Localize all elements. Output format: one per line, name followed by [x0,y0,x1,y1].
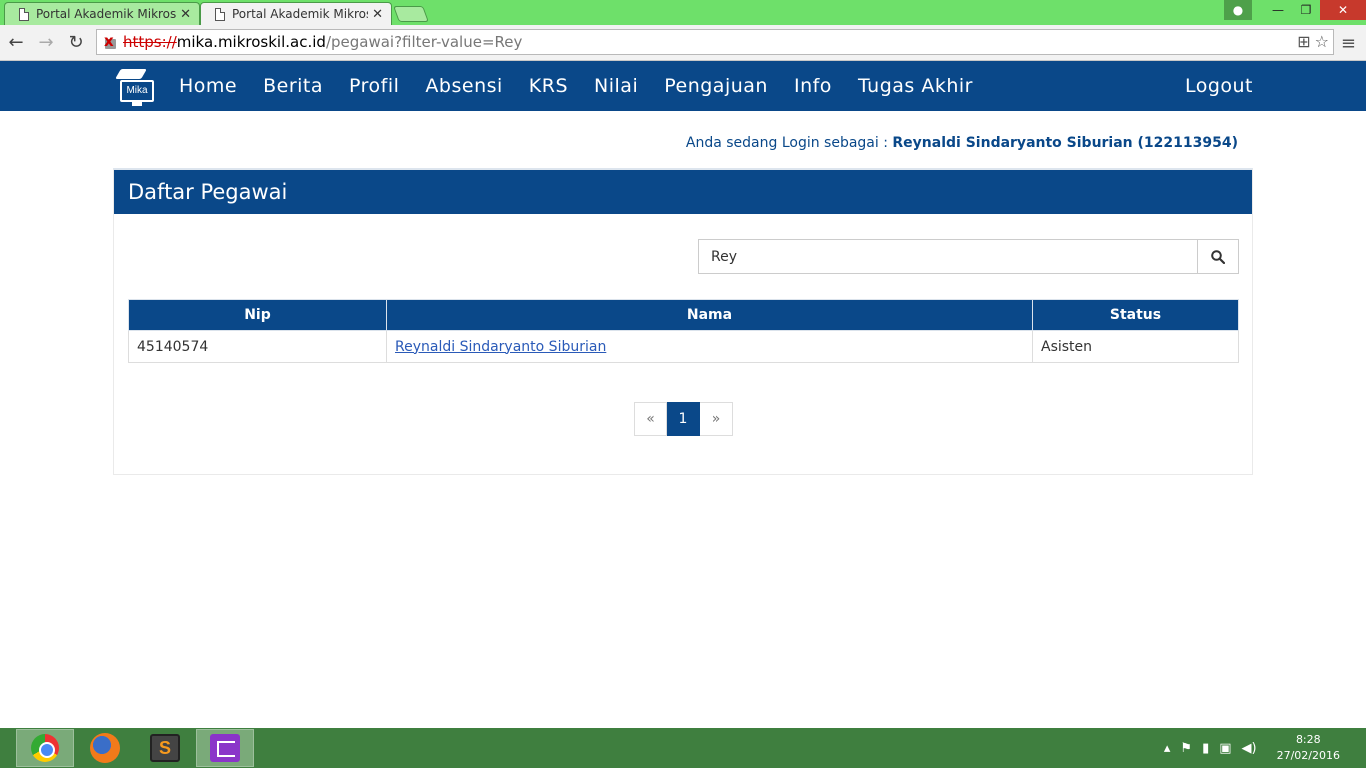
show-hidden-icons-icon[interactable]: ▴ [1164,741,1171,756]
tab-title: Portal Akademik Mikroskil [232,7,368,21]
taskbar-sublime[interactable]: S [136,729,194,767]
browser-tab[interactable]: Portal Akademik Mikroskil ✕ [4,2,200,25]
url-scheme: https:// [123,33,177,51]
close-icon[interactable]: ✕ [372,7,383,22]
window-controls: ● — ❐ ✕ [1224,0,1366,20]
visual-studio-icon [210,734,240,762]
column-header-nip[interactable]: Nip [128,299,387,331]
nav-tugas-akhir[interactable]: Tugas Akhir [845,75,986,97]
employee-panel: Daftar Pegawai Nip Nama Status 45140574 … [113,168,1253,475]
cell-nama: Reynaldi Sindaryanto Siburian [386,330,1033,363]
search-group [698,239,1239,274]
browser-tab-active[interactable]: Portal Akademik Mikroskil ✕ [200,2,392,25]
system-tray: ▴ ⚑ ▮ ▣ ◀) 8:28 27/02/2016 [1164,728,1366,768]
clock-time: 8:28 [1295,733,1321,746]
nav-info[interactable]: Info [781,75,845,97]
taskbar-firefox[interactable] [76,729,134,767]
action-center-flag-icon[interactable]: ⚑ [1180,741,1192,756]
nav-pengajuan[interactable]: Pengajuan [651,75,781,97]
nav-absensi[interactable]: Absensi [412,75,515,97]
url-host: mika.mikroskil.ac.id [176,33,326,51]
site-navbar: Mika Home Berita Profil Absensi KRS Nila… [0,61,1366,111]
omnibox-actions: ⊞ ☆ [1297,32,1329,51]
back-button[interactable]: ← [2,29,30,57]
search-icon [1211,249,1225,264]
pagination: « 1 » [634,402,733,436]
os-taskbar: S ▴ ⚑ ▮ ▣ ◀) 8:28 27/02/2016 [0,728,1366,768]
nav-krs[interactable]: KRS [516,75,581,97]
cell-status: Asisten [1032,330,1239,363]
nav-profil[interactable]: Profil [336,75,412,97]
cell-nip: 45140574 [128,330,387,363]
user-icon[interactable]: ● [1224,0,1252,20]
document-icon [19,7,29,21]
pagination-page-current[interactable]: 1 [667,402,700,436]
table-row: 45140574 Reynaldi Sindaryanto Siburian A… [128,330,1239,363]
pagination-next[interactable]: » [700,402,733,436]
mika-logo[interactable]: Mika [114,67,156,107]
panel-title: Daftar Pegawai [114,170,1252,214]
nav-menu: Home Berita Profil Absensi KRS Nilai Pen… [166,61,986,111]
url-path: /pegawai?filter-value=Rey [325,33,523,51]
forward-button[interactable]: → [32,29,60,57]
chrome-icon [31,734,59,762]
browser-menu-icon[interactable]: ≡ [1341,33,1356,54]
column-header-status[interactable]: Status [1032,299,1239,331]
reload-button[interactable]: ↻ [62,29,90,57]
tab-title: Portal Akademik Mikroskil [36,7,177,21]
browser-tabstrip: Portal Akademik Mikroskil ✕ Portal Akade… [0,0,1366,25]
employee-name-link[interactable]: Reynaldi Sindaryanto Siburian [395,339,606,355]
maximize-button[interactable]: ❐ [1292,0,1320,20]
bookmark-star-icon[interactable]: ☆ [1315,32,1329,51]
address-bar[interactable]: x https:// mika.mikroskil.ac.id /pegawai… [96,29,1334,55]
document-icon [215,7,225,21]
logout-link[interactable]: Logout [1185,75,1253,97]
login-prefix: Anda sedang Login sebagai : [685,135,888,151]
firefox-icon [90,733,120,763]
nav-nilai[interactable]: Nilai [581,75,651,97]
tray-icons: ▴ ⚑ ▮ ▣ ◀) [1164,741,1257,756]
search-input[interactable] [698,239,1198,274]
close-icon[interactable]: ✕ [180,7,191,22]
sublime-icon: S [150,734,180,762]
nav-home[interactable]: Home [166,75,250,97]
battery-icon[interactable]: ▮ [1202,741,1209,756]
table-header-row: Nip Nama Status [128,299,1239,331]
browser-toolbar: ← → ↻ x https:// mika.mikroskil.ac.id /p… [0,25,1366,61]
column-header-nama[interactable]: Nama [386,299,1033,331]
taskbar-chrome[interactable] [16,729,74,767]
system-clock[interactable]: 8:28 27/02/2016 [1277,732,1340,764]
graduation-cap-icon [115,69,147,79]
clock-date: 27/02/2016 [1276,749,1340,762]
taskbar-visual-studio[interactable] [196,729,254,767]
login-info: Anda sedang Login sebagai : Reynaldi Sin… [686,135,1238,151]
translate-icon[interactable]: ⊞ [1297,32,1310,51]
search-button[interactable] [1198,239,1239,274]
window-close-button[interactable]: ✕ [1320,0,1366,20]
pagination-prev[interactable]: « [634,402,667,436]
volume-icon[interactable]: ◀) [1242,741,1257,756]
employee-table: Nip Nama Status 45140574 Reynaldi Sindar… [128,299,1239,363]
nav-berita[interactable]: Berita [250,75,336,97]
logo-text: Mika [120,80,154,102]
login-user: Reynaldi Sindaryanto Siburian (122113954… [892,135,1238,151]
insecure-lock-icon[interactable]: x [103,32,119,50]
minimize-button[interactable]: — [1264,0,1292,20]
network-icon[interactable]: ▣ [1219,741,1231,756]
new-tab-button[interactable] [393,6,429,22]
